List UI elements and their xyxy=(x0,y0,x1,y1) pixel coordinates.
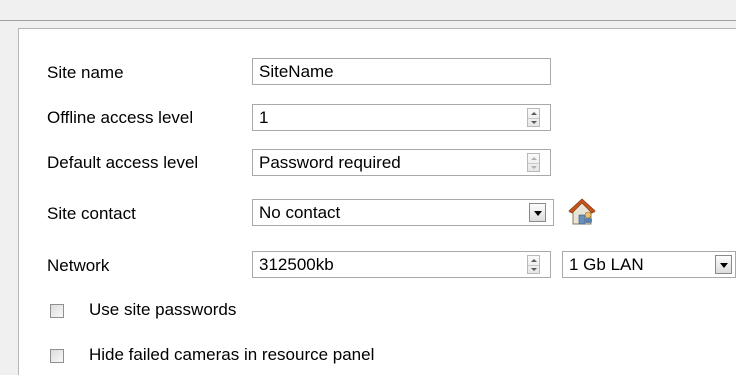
network-type-value: 1 Gb LAN xyxy=(569,255,644,274)
site-name-input[interactable]: SiteName xyxy=(252,58,551,85)
network-bandwidth-stepper[interactable]: 312500kb xyxy=(252,251,551,278)
site-contact-value: No contact xyxy=(259,203,341,222)
hide-failed-cameras-checkbox[interactable] xyxy=(50,349,64,363)
spin-down-icon[interactable] xyxy=(531,268,537,271)
site-contact-select[interactable]: No contact xyxy=(252,199,554,226)
use-site-passwords-checkbox[interactable] xyxy=(50,304,64,318)
window-top-strip xyxy=(0,0,736,21)
default-access-level-stepper[interactable]: Password required xyxy=(252,149,551,176)
use-site-passwords-label[interactable]: Use site passwords xyxy=(89,299,236,321)
offline-access-level-stepper[interactable]: 1 xyxy=(252,104,551,131)
spin-down-icon[interactable] xyxy=(531,166,537,169)
default-access-level-value: Password required xyxy=(259,153,401,172)
network-type-select[interactable]: 1 Gb LAN xyxy=(562,251,736,278)
site-contact-label: Site contact xyxy=(47,204,136,223)
network-label: Network xyxy=(47,256,110,275)
default-access-level-spin-icon[interactable] xyxy=(527,153,540,172)
house-contact-icon[interactable] xyxy=(568,198,596,226)
default-access-level-label: Default access level xyxy=(47,153,199,172)
network-bandwidth-spin-icon[interactable] xyxy=(527,255,540,274)
chevron-down-icon[interactable] xyxy=(715,255,732,274)
offline-access-level-spin-icon[interactable] xyxy=(527,108,540,127)
spin-up-icon[interactable] xyxy=(531,112,537,115)
offline-access-level-value: 1 xyxy=(259,108,269,127)
site-name-label: Site name xyxy=(47,63,124,82)
offline-access-level-label: Offline access level xyxy=(47,108,194,127)
spin-up-icon[interactable] xyxy=(531,259,537,262)
spin-up-icon[interactable] xyxy=(531,157,537,160)
hide-failed-cameras-label[interactable]: Hide failed cameras in resource panel xyxy=(89,344,374,366)
chevron-down-icon[interactable] xyxy=(529,203,546,222)
network-bandwidth-value: 312500kb xyxy=(259,255,334,274)
spin-down-icon[interactable] xyxy=(531,121,537,124)
site-name-value: SiteName xyxy=(259,62,334,81)
